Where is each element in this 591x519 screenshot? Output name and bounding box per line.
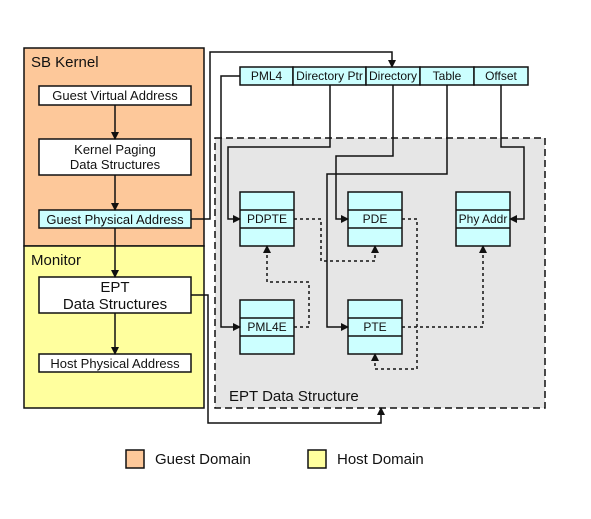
ept-diagram: SB Kernel Monitor EPT Data Structure Gue… (23, 47, 546, 469)
hpa-label: Host Physical Address (50, 356, 180, 371)
gva-label: Guest Virtual Address (52, 88, 178, 103)
phy-addr-table: Phy Addr (455, 191, 511, 247)
kp-label-1: Kernel Paging (74, 142, 156, 157)
ept-region-title: EPT Data Structure (229, 388, 359, 405)
ept-label-1: EPT (100, 279, 129, 296)
ept-label-2: Data Structures (63, 296, 167, 313)
pde-table: PDE (347, 191, 403, 247)
ept-data-structures-box: EPT Data Structures (38, 276, 192, 314)
kp-label-2: Data Structures (70, 157, 161, 172)
legend-host-label: Host Domain (337, 451, 424, 468)
pdpte-table: PDPTE (239, 191, 295, 247)
pml4e-label: PML4E (247, 320, 286, 334)
address-fields: PML4 Directory Ptr Directory Table Offse… (239, 66, 529, 86)
pml4e-table: PML4E (239, 299, 295, 355)
ept-region (214, 137, 546, 409)
field-directory: Directory (369, 69, 417, 83)
monitor-domain (23, 245, 205, 409)
legend-guest-label: Guest Domain (155, 451, 251, 468)
host-physical-address-box: Host Physical Address (38, 353, 192, 373)
kernel-paging-box: Kernel Paging Data Structures (38, 138, 192, 176)
gpa-label: Guest Physical Address (46, 212, 184, 227)
field-offset: Offset (485, 69, 517, 83)
legend-host-swatch (307, 449, 327, 469)
pte-table: PTE (347, 299, 403, 355)
guest-physical-address-box: Guest Physical Address (38, 209, 192, 229)
pte-label: PTE (363, 320, 386, 334)
field-pml4: PML4 (251, 69, 283, 83)
pdpte-label: PDPTE (247, 212, 287, 226)
monitor-title: Monitor (31, 252, 81, 269)
phy-addr-label: Phy Addr (459, 212, 508, 226)
sb-kernel-title: SB Kernel (31, 54, 99, 71)
legend: Guest Domain Host Domain (125, 449, 424, 469)
guest-virtual-address-box: Guest Virtual Address (38, 85, 192, 106)
field-table: Table (433, 69, 462, 83)
pde-label: PDE (363, 212, 388, 226)
field-directory-ptr: Directory Ptr (296, 69, 363, 83)
legend-guest-swatch (125, 449, 145, 469)
